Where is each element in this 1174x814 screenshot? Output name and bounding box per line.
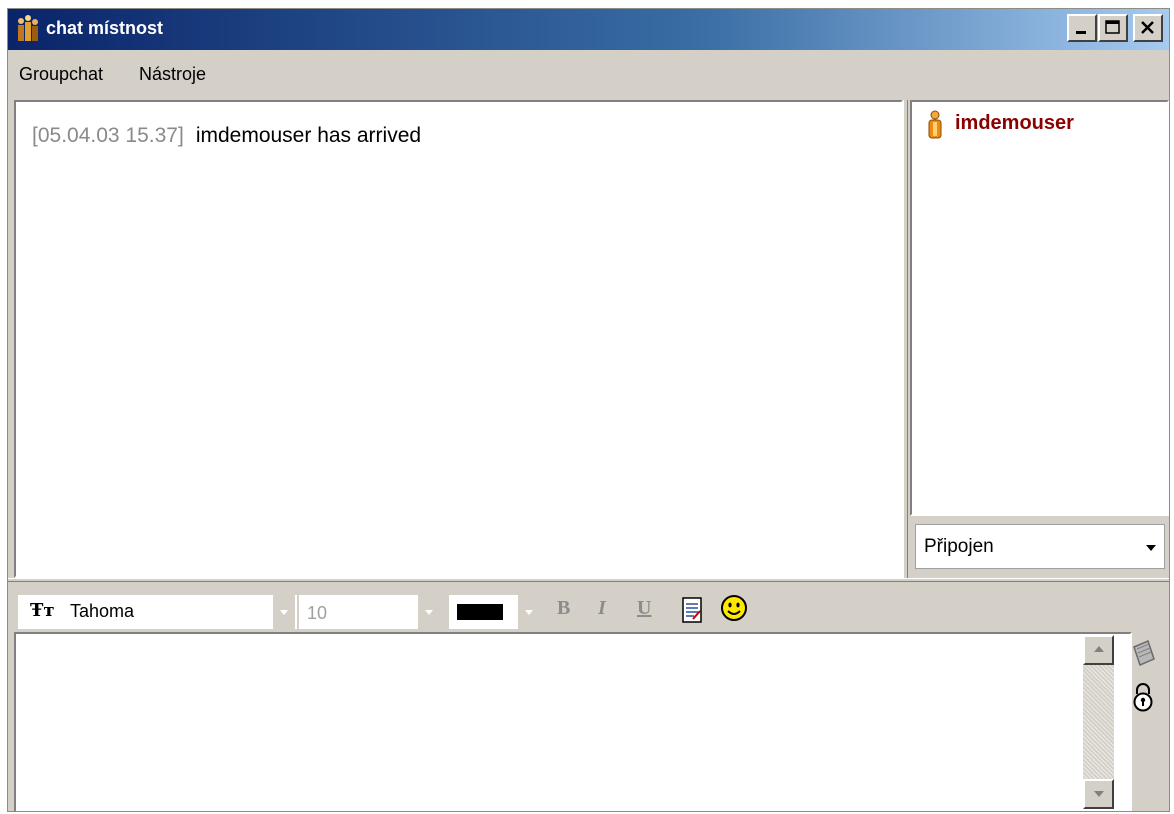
underline-button[interactable]: U	[637, 597, 651, 620]
window-title: chat místnost	[46, 18, 164, 38]
font-family-value: Tahoma	[70, 601, 135, 621]
text-color-select[interactable]	[449, 595, 540, 629]
input-scrollbar[interactable]	[1083, 635, 1114, 809]
font-icon: Ŧт	[30, 600, 55, 621]
scroll-down-button[interactable]	[1083, 779, 1114, 809]
minimize-icon	[1076, 31, 1086, 34]
maximize-button[interactable]	[1098, 14, 1128, 42]
chat-message: [05.04.03 15.37] imdemouser has arrived	[32, 124, 421, 148]
message-input[interactable]	[14, 632, 1132, 811]
chat-log[interactable]: [05.04.03 15.37] imdemouser has arrived	[14, 100, 903, 578]
menu-bar: Groupchat Nástroje	[8, 50, 1169, 98]
app-icon	[18, 15, 38, 41]
vertical-splitter[interactable]	[903, 100, 908, 578]
message-text: imdemouser has arrived	[195, 124, 422, 147]
minimize-button[interactable]	[1067, 14, 1097, 42]
font-family-select[interactable]: Ŧт Tahoma	[18, 595, 297, 629]
menu-nastroje[interactable]: Nástroje	[139, 64, 206, 85]
scroll-up-icon	[1094, 646, 1104, 652]
menu-groupchat[interactable]: Groupchat	[19, 64, 103, 85]
dropdown-arrow-icon[interactable]	[418, 595, 440, 629]
maximize-icon	[1105, 20, 1120, 34]
font-size-value: 10	[307, 603, 328, 623]
send-icon[interactable]	[1126, 637, 1160, 671]
italic-button[interactable]: I	[598, 597, 606, 620]
dropdown-arrow-icon[interactable]	[273, 595, 295, 629]
font-size-select[interactable]: 10	[299, 595, 440, 629]
smiley-icon[interactable]	[719, 593, 749, 623]
close-button[interactable]	[1133, 14, 1163, 42]
chat-window: chat místnost Groupchat Nástroje [05.04.…	[7, 8, 1170, 812]
message-timestamp: [05.04.03 15.37]	[32, 124, 184, 147]
status-value: Připojen	[924, 536, 994, 557]
bold-button[interactable]: B	[557, 597, 570, 620]
dropdown-arrow-icon[interactable]	[518, 595, 540, 629]
title-bar[interactable]: chat místnost	[8, 9, 1169, 50]
scroll-up-button[interactable]	[1083, 635, 1114, 665]
dropdown-arrow-icon	[1146, 545, 1156, 551]
notepad-icon[interactable]	[680, 595, 704, 625]
user-list[interactable]: imdemouser	[910, 100, 1169, 516]
color-swatch	[457, 604, 503, 620]
lock-icon[interactable]	[1129, 681, 1157, 713]
horizontal-splitter[interactable]	[8, 578, 1169, 582]
close-icon	[1141, 21, 1154, 34]
status-dropdown[interactable]: Připojen	[915, 524, 1165, 569]
scroll-down-icon	[1094, 791, 1104, 797]
user-icon	[928, 110, 942, 139]
user-name[interactable]: imdemouser	[955, 112, 1074, 135]
